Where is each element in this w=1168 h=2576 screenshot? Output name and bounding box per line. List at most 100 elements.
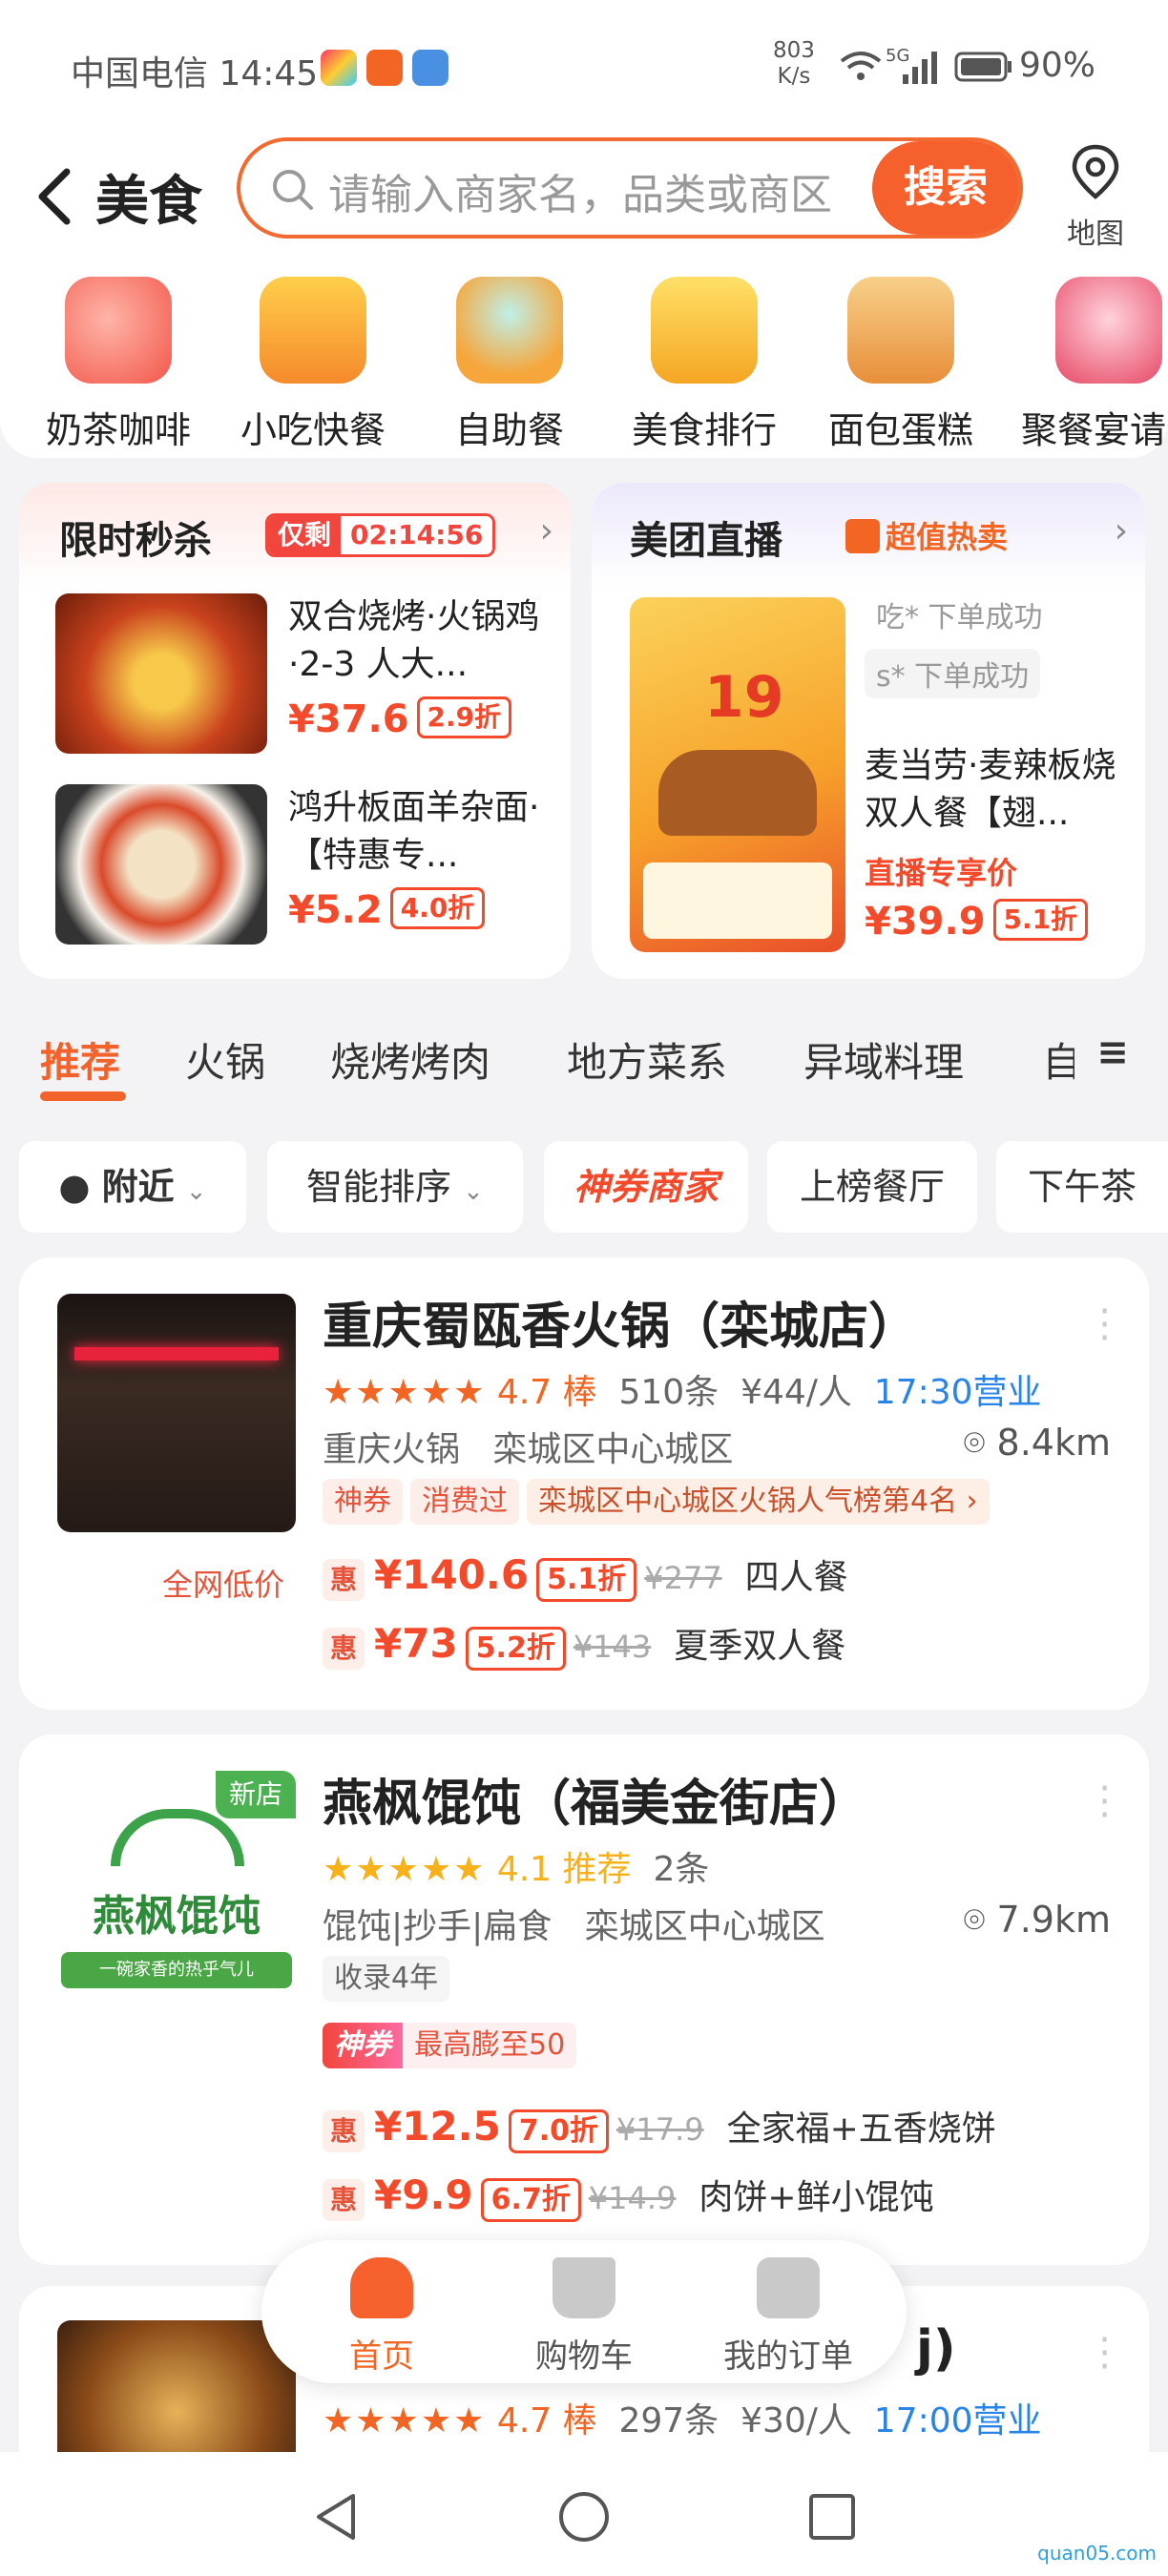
live-exclusive-tag: 直播专享价: [865, 855, 1018, 891]
back-arrow-icon[interactable]: [29, 158, 82, 235]
location-pin-icon: ⌾: [963, 1422, 986, 1464]
tag-row: 收录4年: [323, 1956, 457, 2002]
live-deal-name: 麦当劳·麦辣板烧双人餐【翅...: [865, 746, 1116, 833]
chevron-down-icon: ⌄: [463, 1177, 484, 1206]
order-ticker: 吃* 下单成功: [876, 601, 1043, 634]
app-notification-icon: [321, 50, 357, 86]
category-snacks[interactable]: 小吃快餐: [218, 277, 408, 453]
tab-bbq[interactable]: 烧烤烤肉: [330, 1030, 490, 1089]
search-button[interactable]: 搜索: [872, 141, 1019, 235]
weather-notification-icon: [412, 50, 448, 86]
deal-row[interactable]: 惠 ¥73 5.2折 ¥143 夏季双人餐: [323, 1618, 845, 1671]
star-rating-icon: ★★★★★: [323, 2401, 487, 2441]
network-speed: 803 K/s: [773, 38, 815, 89]
map-label: 地图: [1067, 218, 1124, 251]
flash-deal-item[interactable]: 双合烧烤·火锅鸡·2-3 人大... ¥37.6 2.9折: [55, 593, 552, 756]
category-buffet[interactable]: 自助餐: [414, 277, 605, 453]
lowest-price-label: 全网低价: [162, 1567, 285, 1603]
carrier-time: 中国电信 14:45: [71, 54, 319, 93]
home-circle-icon[interactable]: [557, 2490, 611, 2544]
header: 美食 请输入商家名，品类或商区 搜索 地图: [0, 134, 1168, 267]
noodle-food-image: [55, 784, 267, 945]
trophy-icon: [651, 277, 758, 384]
buffet-bowl-icon: [456, 277, 563, 384]
wine-glasses-icon: [1055, 277, 1162, 384]
deal-row[interactable]: 惠 ¥140.6 5.1折 ¥277 四人餐: [323, 1549, 848, 1602]
bottom-nav: 首页 购物车 我的订单: [261, 2240, 907, 2383]
distance: ⌾ 8.4km: [963, 1422, 1111, 1464]
category-ranking[interactable]: 美食排行: [609, 277, 800, 453]
chevron-down-icon: ⌄: [185, 1177, 207, 1206]
deal-row[interactable]: 惠 ¥12.5 7.0折 ¥17.9 全家福+五香烧饼: [323, 2101, 996, 2153]
coupon-row[interactable]: 神券 最高膨至50: [323, 2023, 584, 2068]
watermark: quan05.com: [1037, 2542, 1157, 2565]
map-button[interactable]: 地图: [1057, 143, 1134, 252]
chevron-right-icon[interactable]: ›: [540, 511, 553, 551]
bread-cake-icon: [847, 277, 954, 384]
active-tab-indicator: [40, 1091, 126, 1101]
category-bakery[interactable]: 面包蛋糕: [805, 277, 996, 453]
milk-tea-icon: [65, 277, 172, 384]
map-pin-icon: [1072, 144, 1119, 199]
location-icon: ●: [58, 1166, 91, 1208]
store-logo: 燕枫馄饨 一碗家香的热乎气儿 新店: [57, 1771, 296, 2009]
store-name: 燕枫馄饨（福美金街店）: [323, 1776, 869, 1833]
filter-tea[interactable]: 下午茶: [996, 1141, 1168, 1233]
ranking-badge[interactable]: 栾城区中心城区火锅人气榜第4名 ›: [527, 1479, 990, 1525]
star-rating-icon: ★★★★★: [323, 1373, 487, 1412]
more-options-icon[interactable]: · · ·: [1098, 2321, 1111, 2386]
store-photo: [57, 1294, 296, 1532]
nav-home[interactable]: 首页: [286, 2257, 477, 2377]
tab-hotpot[interactable]: 火锅: [185, 1030, 265, 1089]
tab-regional[interactable]: 地方菜系: [567, 1030, 727, 1089]
search-input[interactable]: 请输入商家名，品类或商区: [328, 160, 832, 221]
countdown-badge: 仅剩 02:14:56: [265, 513, 496, 557]
rating-row: ★★★★★ 4.7 棒 297条 ¥30/人 17:00营业: [323, 2401, 1042, 2441]
tab-recommended[interactable]: 推荐: [40, 1030, 120, 1089]
category-row: 馄饨|抄手|扁食 栾城区中心城区: [323, 1907, 825, 1946]
home-icon: [350, 2257, 413, 2318]
search-icon: [273, 170, 313, 210]
category-banquet[interactable]: 聚餐宴请: [1002, 277, 1168, 453]
store-card[interactable]: 重庆蜀瓯香火锅（栾城店） · · · ★★★★★ 4.7 棒 510条 ¥44/人 …: [19, 1257, 1149, 1710]
more-options-icon[interactable]: · · ·: [1098, 1293, 1111, 1358]
bar-chart-icon: [845, 519, 880, 553]
flash-sale-title: 限时秒杀: [59, 519, 212, 563]
deal-price: ¥37.6 2.9折: [288, 696, 512, 741]
tag-row: 神券 消费过 栾城区中心城区火锅人气榜第4名 ›: [323, 1479, 997, 1525]
chevron-right-icon[interactable]: ›: [1115, 511, 1128, 551]
search-bar[interactable]: 请输入商家名，品类或商区 搜索: [237, 137, 1023, 239]
filter-ranked[interactable]: 上榜餐厅: [767, 1141, 977, 1233]
hot-sale-tag: 超值热卖: [845, 513, 1008, 557]
open-time: 17:00营业: [873, 2401, 1042, 2441]
wifi-icon: [840, 52, 882, 80]
new-store-badge: 新店: [216, 1771, 296, 1818]
category-row: 重庆火锅 栾城区中心城区: [323, 1430, 734, 1469]
filter-coupon-merchants[interactable]: 神券商家: [544, 1141, 748, 1233]
back-triangle-icon[interactable]: [311, 2490, 361, 2544]
orders-icon: [757, 2257, 820, 2318]
store-card[interactable]: 燕枫馄饨 一碗家香的热乎气儿 新店 燕枫馄饨（福美金街店） · · · ★★★★★ …: [19, 1735, 1149, 2265]
countdown-timer: 02:14:56: [341, 516, 493, 554]
live-stream-card[interactable]: 美团直播 超值热卖 › 19 吃* 下单成功 s* 下单成功 麦当劳·麦辣板烧双…: [592, 483, 1145, 979]
deal-row[interactable]: 惠 ¥9.9 6.7折 ¥14.9 肉饼+鲜小馄饨: [323, 2170, 934, 2222]
nav-orders[interactable]: 我的订单: [693, 2257, 884, 2377]
tabs-menu-icon[interactable]: ≡: [1074, 1030, 1151, 1097]
recents-square-icon[interactable]: [807, 2492, 857, 2542]
flash-deal-item[interactable]: 鸿升板面羊杂面·【特惠专... ¥5.2 4.0折: [55, 784, 552, 946]
flash-sale-card[interactable]: 限时秒杀 仅剩 02:14:56 › 双合烧烤·火锅鸡·2-3 人大... ¥37…: [19, 483, 571, 979]
category-milk-tea[interactable]: 奶茶咖啡: [23, 277, 214, 453]
filter-nearby[interactable]: ● 附近 ⌄: [19, 1141, 246, 1233]
category-row: 奶茶咖啡 小吃快餐 自助餐 美食排行 面包蛋糕 聚餐宴请: [0, 267, 1168, 458]
open-time: 17:30营业: [873, 1373, 1042, 1412]
order-ticker: s* 下单成功: [865, 649, 1041, 698]
rating-row: ★★★★★ 4.7 棒 510条 ¥44/人 17:30营业: [323, 1373, 1042, 1412]
nav-cart[interactable]: 购物车: [489, 2257, 679, 2377]
status-bar: 中国电信 14:45 803 K/s 5G 90%: [0, 0, 1168, 134]
tab-foreign[interactable]: 异域料理: [803, 1030, 964, 1089]
star-rating-icon: ★★★★★: [323, 1850, 487, 1889]
meituan-notification-icon: [366, 50, 403, 86]
more-options-icon[interactable]: · · ·: [1098, 1770, 1111, 1835]
filter-sort[interactable]: 智能排序 ⌄: [267, 1141, 523, 1233]
mcdonalds-poster-image: 19: [630, 597, 845, 952]
